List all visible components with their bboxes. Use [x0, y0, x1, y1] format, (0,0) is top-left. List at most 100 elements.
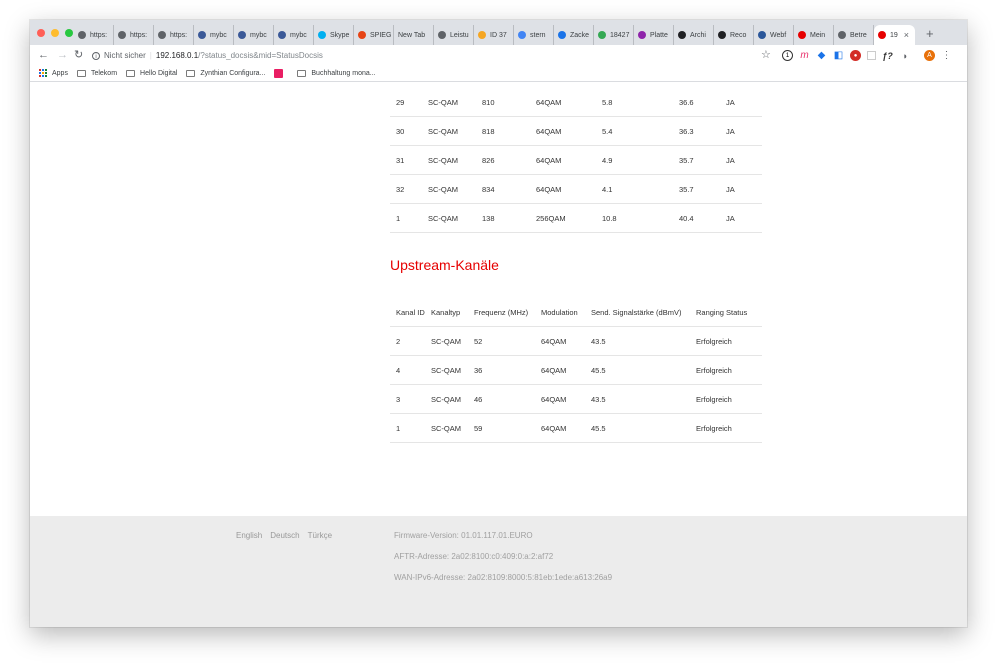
window-extension-icon[interactable]: ◧ [833, 50, 844, 61]
new-tab-button[interactable]: + [926, 25, 934, 43]
zoom-window-button[interactable] [65, 29, 73, 37]
browser-tab[interactable]: https: [74, 25, 114, 45]
folder-icon [76, 69, 86, 77]
bookmark-item[interactable] [274, 68, 288, 78]
table-cell: 64QAM [536, 116, 602, 146]
browser-tab[interactable]: Zacke [554, 25, 594, 45]
crown-icon [558, 31, 566, 39]
tab-title: ID 37 [490, 31, 507, 39]
table-cell: JA [726, 145, 762, 175]
menu-dots-icon[interactable]: ⋮ [941, 50, 952, 61]
close-window-button[interactable] [37, 29, 45, 37]
tab-title: https: [130, 31, 148, 39]
browser-tab[interactable]: Webf [754, 25, 794, 45]
language-link[interactable]: English [236, 531, 262, 540]
table-cell: 31 [390, 145, 428, 175]
table-cell: 4.1 [602, 174, 679, 204]
browser-tab[interactable]: mybc [194, 25, 234, 45]
aftr-address: AFTR-Adresse: 2a02:8100:c0:409:0:a:2:af7… [394, 552, 554, 561]
browser-tab[interactable]: mybc [274, 25, 314, 45]
browser-tab[interactable]: ID 37 [474, 25, 514, 45]
back-arrow-icon[interactable]: ← [38, 48, 49, 62]
lastpass-extension-icon[interactable]: ● [850, 50, 861, 61]
table-cell: 46 [474, 384, 541, 414]
tab-title: stern [530, 31, 546, 39]
browser-tab[interactable]: 18427 [594, 25, 634, 45]
skype-icon [318, 31, 326, 39]
formula-extension-icon[interactable]: ƒ? [882, 50, 893, 61]
table-cell: JA [726, 116, 762, 146]
diamond-extension-icon[interactable]: ◆ [816, 50, 827, 61]
spiegel-icon [358, 31, 366, 39]
forward-arrow-icon[interactable]: → [57, 48, 68, 62]
close-tab-icon[interactable]: × [904, 30, 909, 40]
page-icon [278, 31, 286, 39]
reload-icon[interactable]: ↻ [74, 48, 83, 62]
google-icon [518, 31, 526, 39]
bookmark-item[interactable]: Buchhaltung mona... [297, 69, 376, 77]
bookmark-item[interactable]: Apps [39, 69, 68, 77]
footer: English Deutsch Türkçe Firmware-Version: 0… [30, 516, 967, 627]
browser-tab[interactable]: mybc [234, 25, 274, 45]
table-cell: JA [726, 174, 762, 204]
language-link[interactable]: Türkçe [308, 531, 332, 540]
table-cell: 834 [482, 174, 536, 204]
table-cell: 1 [390, 203, 428, 233]
table-cell: 64QAM [541, 413, 591, 443]
table-cell: SC-QAM [428, 88, 482, 117]
upstream-table: Kanal ID Kanaltyp Frequenz (MHz) Modulation… [390, 298, 762, 443]
upstream-row: 4 SC-QAM 36 64QAM 45.5 Erfolgreich [390, 355, 762, 385]
tab-title: Reco [730, 31, 747, 39]
browser-tab[interactable]: Reco [714, 25, 754, 45]
browser-tab[interactable]: New Tab [394, 25, 434, 45]
wan-ipv6-address: WAN-IPv6-Adresse: 2a02:8109:8000:5:81eb:… [394, 573, 613, 582]
table-cell: Erfolgreich [696, 326, 762, 356]
browser-tab[interactable]: https: [154, 25, 194, 45]
table-cell: 32 [390, 174, 428, 204]
folder-icon [297, 69, 307, 77]
window-controls [37, 29, 73, 37]
browser-tab[interactable]: 19 × [874, 25, 915, 45]
circle-extension-icon[interactable]: ◑ [899, 50, 910, 61]
table-cell: JA [726, 203, 762, 233]
table-cell: 810 [482, 88, 536, 117]
table-cell: SC-QAM [428, 203, 482, 233]
tab-title: https: [90, 31, 108, 39]
table-cell: 36.3 [679, 116, 726, 146]
globe-icon [78, 31, 86, 39]
blank-extension-icon[interactable] [867, 51, 876, 60]
browser-tab[interactable]: SPIEG [354, 25, 394, 45]
upstream-header-row: Kanal ID Kanaltyp Frequenz (MHz) Modulation… [390, 298, 762, 327]
table-cell: 826 [482, 145, 536, 175]
bookmark-item[interactable]: Telekom [76, 69, 117, 77]
bookmark-item[interactable]: Hello Digital [126, 69, 178, 77]
info-icon[interactable]: i [92, 51, 100, 60]
tab-title: mybc [250, 31, 267, 39]
browser-tab[interactable]: Skype [314, 25, 354, 45]
page-icon [238, 31, 246, 39]
m-extension-icon[interactable]: m [799, 50, 810, 61]
browser-tab[interactable]: Archi [674, 25, 714, 45]
globe-icon [838, 31, 846, 39]
bookmark-item[interactable]: Zynthian Configura... [186, 69, 265, 77]
table-cell: 30 [390, 116, 428, 146]
firmware-version: Firmware-Version: 01.01.117.01.EURO [394, 531, 533, 540]
infinity-icon [718, 31, 726, 39]
minimize-window-button[interactable] [51, 29, 59, 37]
browser-tab[interactable]: stern [514, 25, 554, 45]
link-icon [438, 31, 446, 39]
table-cell: 256QAM [536, 203, 602, 233]
address-bar[interactable]: i Nicht sicher | 192.168.0.1/?status_doc… [92, 48, 774, 63]
browser-tab[interactable]: Mein [794, 25, 834, 45]
address-host: 192.168.0.1 [155, 51, 199, 60]
browser-tab[interactable]: Betre [834, 25, 874, 45]
browser-tab[interactable]: Leistu [434, 25, 474, 45]
onepassword-extension-icon[interactable]: 1 [782, 50, 793, 61]
language-link[interactable]: Deutsch [270, 531, 299, 540]
bookmark-label: Hello Digital [140, 69, 178, 77]
profile-avatar-icon[interactable]: A [924, 50, 935, 61]
browser-tab[interactable]: https: [114, 25, 154, 45]
browser-tab[interactable]: Platte [634, 25, 674, 45]
archive-icon [678, 31, 686, 39]
bookmark-star-icon[interactable]: ☆ [761, 48, 771, 61]
